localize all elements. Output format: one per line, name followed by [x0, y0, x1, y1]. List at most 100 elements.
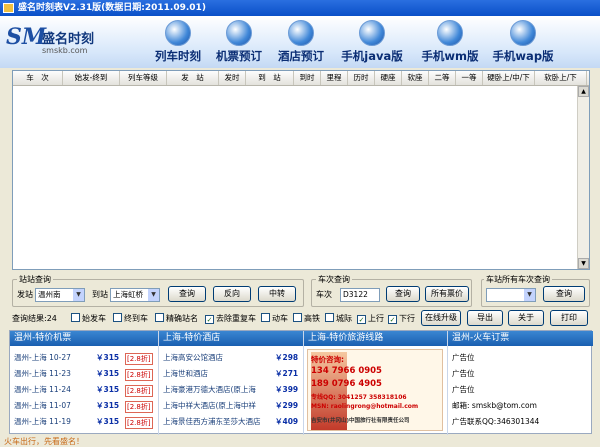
result-count: 查询结果:24 [12, 314, 57, 323]
nav-mobile-java[interactable]: 手机java版 [333, 17, 411, 67]
train-ticket-title: 温州-火车订票 [448, 331, 593, 346]
col-hard-seat[interactable]: 硬座 [375, 71, 402, 85]
about-button[interactable]: 关于 [508, 310, 544, 326]
train-no-input[interactable]: D3122 [340, 288, 380, 302]
ad-slot[interactable]: 广告位 [448, 350, 593, 366]
flight-deals-title: 温州-特价机票 [10, 331, 158, 346]
title-bar: 盛名时刻表V2.31版(数据日期:2011.09.01) [0, 0, 600, 16]
flight-row[interactable]: 温州-上海 11-24 ￥315 [2.8折] [10, 382, 158, 398]
plane-icon [226, 20, 252, 46]
col-soft-seat[interactable]: 软座 [402, 71, 429, 85]
tour-deals-panel: 上海-特价旅游线路 特价咨询: 134 7966 0905 189 0796 4… [304, 331, 448, 435]
online-upgrade-button[interactable]: 在线升级 [421, 310, 461, 326]
checkbox-icon [261, 313, 270, 322]
table-header: 车 次 始发-终到 列车等级 发 站 发时 到 站 到时 里程 历时 硬座 软座… [13, 71, 589, 86]
ad-phone-1: 134 7966 0905 [311, 366, 382, 376]
ad-qq: 专线QQ: 3041257 358318106 [311, 394, 407, 401]
checkbox-icon [155, 313, 164, 322]
flight-row[interactable]: 温州-上海 11-07 ￥315 [2.8折] [10, 398, 158, 414]
promo-panels: 温州-特价机票 温州-上海 10-27 ￥315 [2.8折] 温州-上海 11-2… [9, 330, 593, 435]
filter-dedupe-checkbox[interactable]: ✓ 去除重复车 [205, 313, 256, 325]
from-label: 发站 [17, 290, 33, 299]
nav-hotel-booking[interactable]: 酒店预订 [262, 17, 340, 67]
status-bar: 火车出行，先看盛名！ [0, 436, 600, 447]
station-query-group: 站站查询 发站 温州南 到站 上海虹桥 查询 反向 中转 [12, 274, 304, 307]
col-distance[interactable]: 里程 [321, 71, 348, 85]
col-arrive-station[interactable]: 到 站 [246, 71, 294, 85]
logo-url: smskb.com [42, 46, 88, 55]
col-second-class[interactable]: 二等 [429, 71, 456, 85]
col-train[interactable]: 车 次 [13, 71, 63, 85]
nav-mobile-wap[interactable]: 手机wap版 [484, 17, 562, 67]
from-station-select[interactable]: 温州南 [35, 288, 85, 302]
to-station-select[interactable]: 上海虹桥 [110, 288, 160, 302]
filter-highspeed-checkbox[interactable]: 高铁 [293, 313, 320, 325]
nav-mobile-wm[interactable]: 手机wm版 [411, 17, 489, 67]
scroll-up-icon[interactable]: ▲ [578, 86, 589, 97]
ad-slot[interactable]: 广告位 [448, 366, 593, 382]
col-class[interactable]: 列车等级 [120, 71, 167, 85]
col-soft-sleeper[interactable]: 软卧上/下 [535, 71, 587, 85]
all-prices-button[interactable]: 所有票价 [425, 286, 469, 302]
hotel-row[interactable]: 上海景佳西方浦东圣莎大酒店 ￥409 [159, 414, 303, 430]
hotel-deals-panel: 上海-特价酒店 上海高安公馆酒店 ￥298 上海世和酒店 ￥271 上海豪港万德大酒… [159, 331, 304, 435]
hotel-row[interactable]: 上海世和酒店 ￥271 [159, 366, 303, 382]
tour-ad-banner[interactable]: 特价咨询: 134 7966 0905 189 0796 4905 专线QQ: … [307, 349, 443, 431]
toolbar-banner: SM 盛名时刻 smskb.com 列车时刻 机票预订 酒店预订 手机java版… [0, 16, 600, 68]
station-select[interactable] [486, 288, 536, 302]
filter-up-checkbox[interactable]: ✓ 上行 [357, 313, 384, 325]
export-button[interactable]: 导出 [467, 310, 503, 326]
station-all-query-button[interactable]: 查询 [543, 286, 585, 302]
filter-exact-name-checkbox[interactable]: 精确站名 [155, 313, 198, 325]
hotel-row[interactable]: 上海高安公馆酒店 ￥298 [159, 350, 303, 366]
hotel-row[interactable]: 上海中祥大酒店(原上海中祥 ￥299 [159, 398, 303, 414]
print-button[interactable]: 打印 [550, 310, 588, 326]
checkmark-icon: ✓ [357, 315, 366, 324]
flight-row[interactable]: 温州-上海 11-23 ￥315 [2.8折] [10, 366, 158, 382]
col-duration[interactable]: 历时 [348, 71, 375, 85]
ad-company: 吉安市(井冈山)中国旅行社有限责任公司 [311, 418, 410, 424]
col-depart-time[interactable]: 发时 [219, 71, 246, 85]
scroll-down-icon[interactable]: ▼ [578, 258, 589, 269]
results-table[interactable]: 车 次 始发-终到 列车等级 发 站 发时 到 站 到时 里程 历时 硬座 软座… [12, 70, 590, 270]
status-text: 火车出行，先看盛名！ [4, 437, 84, 446]
checkbox-icon [325, 313, 334, 322]
phone-icon [510, 20, 536, 46]
col-arrive-time[interactable]: 到时 [294, 71, 321, 85]
filter-down-checkbox[interactable]: ✓ 下行 [388, 313, 415, 325]
app-logo: SM 盛名时刻 smskb.com [6, 22, 110, 64]
filter-terminal-checkbox[interactable]: 终到车 [113, 313, 148, 325]
hotel-deals-title: 上海-特价酒店 [159, 331, 303, 346]
ad-slot[interactable]: 广告位 [448, 382, 593, 398]
train-query-legend: 车次查询 [316, 274, 352, 285]
station-query-button[interactable]: 查询 [168, 286, 206, 302]
flight-row[interactable]: 温州-上海 11-19 ￥315 [2.8折] [10, 414, 158, 430]
hotel-icon [288, 20, 314, 46]
train-icon [165, 20, 191, 46]
filter-intercity-checkbox[interactable]: 城际 [325, 313, 352, 325]
train-ticket-panel: 温州-火车订票 广告位 广告位 广告位 邮箱: smskb@tom.com 广告… [448, 331, 593, 435]
col-route[interactable]: 始发-终到 [63, 71, 120, 85]
hotel-row[interactable]: 上海豪港万德大酒店(原上海 ￥399 [159, 382, 303, 398]
windows-icon [437, 20, 463, 46]
window-title: 盛名时刻表V2.31版(数据日期:2011.09.01) [18, 3, 206, 13]
transfer-button[interactable]: 中转 [258, 286, 296, 302]
checkmark-icon: ✓ [388, 315, 397, 324]
filter-origin-checkbox[interactable]: 始发车 [71, 313, 106, 325]
flight-row[interactable]: 温州-上海 10-27 ￥315 [2.8折] [10, 350, 158, 366]
tour-deals-title: 上海-特价旅游线路 [304, 331, 447, 346]
vertical-scrollbar[interactable]: ▲ ▼ [577, 86, 589, 269]
checkbox-icon [293, 313, 302, 322]
java-icon [359, 20, 385, 46]
checkbox-icon [113, 313, 122, 322]
train-query-button[interactable]: 查询 [386, 286, 420, 302]
contact-email: 邮箱: smskb@tom.com [452, 401, 537, 410]
col-first-class[interactable]: 一等 [456, 71, 483, 85]
col-hard-sleeper[interactable]: 硬卧上/中/下 [483, 71, 535, 85]
train-no-label: 车次 [316, 290, 332, 299]
station-all-legend: 车站所有车次查询 [484, 274, 552, 285]
station-all-query-group: 车站所有车次查询 查询 [481, 274, 590, 307]
reverse-button[interactable]: 反向 [213, 286, 251, 302]
filter-emu-checkbox[interactable]: 动车 [261, 313, 288, 325]
col-depart-station[interactable]: 发 站 [167, 71, 219, 85]
